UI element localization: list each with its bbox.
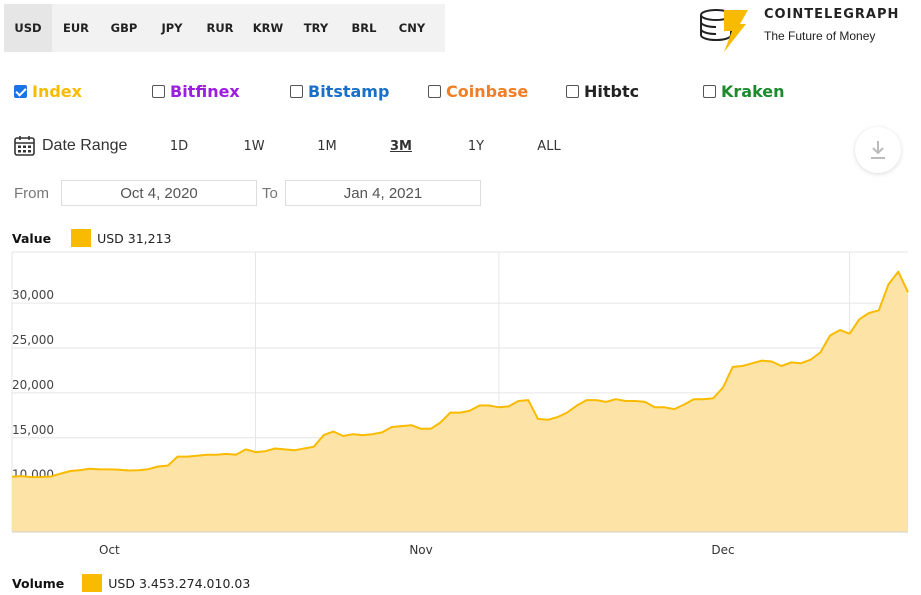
date-range-label: Date Range	[14, 136, 127, 156]
currency-jpy-button[interactable]: JPY	[148, 4, 196, 52]
cointelegraph-logo[interactable]: COINTELEGRAPH The Future of Money	[694, 4, 921, 54]
currency-gbp-button[interactable]: GBP	[100, 4, 148, 52]
exchange-label: Bitfinex	[170, 82, 240, 101]
value-legend-label: Value	[12, 230, 52, 246]
volume-legend-swatch	[82, 574, 103, 592]
to-label: To	[262, 185, 278, 202]
from-date-input[interactable]	[61, 180, 257, 206]
range-3m-button[interactable]: 3M	[390, 139, 412, 154]
exchange-filters: Index Bitfinex Bitstamp Coinbase Hitbtc Krake…	[14, 82, 914, 108]
range-all-button[interactable]: ALL	[537, 139, 560, 154]
checkbox-box[interactable]	[14, 85, 27, 98]
logo-tagline: The Future of Money	[764, 29, 876, 43]
exchange-bitfinex-checkbox[interactable]: Bitfinex	[152, 82, 240, 101]
range-1d-button[interactable]: 1D	[170, 139, 188, 154]
exchange-index-checkbox[interactable]: Index	[14, 82, 82, 101]
exchange-label: Index	[32, 82, 82, 101]
currency-brl-button[interactable]: BRL	[340, 4, 388, 52]
calendar-icon	[14, 136, 35, 156]
exchange-kraken-checkbox[interactable]: Kraken	[703, 82, 785, 101]
currency-rur-button[interactable]: RUR	[196, 4, 244, 52]
x-tick-label: Oct	[99, 543, 120, 557]
checkbox-box[interactable]	[566, 85, 579, 98]
currency-krw-button[interactable]: KRW	[244, 4, 292, 52]
date-range-row: Date Range 1D 1W 1M 3M 1Y ALL	[14, 134, 914, 160]
exchange-label: Bitstamp	[308, 82, 390, 101]
logo-icon	[700, 9, 748, 52]
x-tick-label: Nov	[409, 543, 432, 557]
value-legend-text: USD 31,213	[97, 230, 172, 246]
y-tick-label: 25,000	[12, 333, 54, 347]
date-inputs-row: From To	[14, 180, 914, 208]
download-button[interactable]	[855, 127, 901, 173]
to-date-input[interactable]	[285, 180, 481, 206]
currency-try-button[interactable]: TRY	[292, 4, 340, 52]
price-chart[interactable]: 5,00010,00015,00020,00025,00030,000OctNo…	[0, 245, 921, 575]
exchange-label: Coinbase	[446, 82, 529, 101]
checkbox-box[interactable]	[152, 85, 165, 98]
y-tick-label: 30,000	[12, 288, 54, 302]
checkbox-box[interactable]	[428, 85, 441, 98]
y-tick-label: 20,000	[12, 378, 54, 392]
range-1y-button[interactable]: 1Y	[468, 139, 484, 154]
currency-selector: USD EUR GBP JPY RUR KRW TRY BRL CNY	[4, 4, 445, 52]
volume-legend-label: Volume	[12, 575, 65, 591]
currency-cny-button[interactable]: CNY	[388, 4, 436, 52]
exchange-coinbase-checkbox[interactable]: Coinbase	[428, 82, 528, 101]
exchange-label: Kraken	[721, 82, 785, 101]
currency-usd-button[interactable]: USD	[4, 4, 52, 52]
from-label: From	[14, 185, 49, 202]
volume-legend-text: USD 3.453.274.010.03	[108, 575, 251, 591]
download-icon	[871, 141, 885, 159]
checkbox-box[interactable]	[290, 85, 303, 98]
currency-eur-button[interactable]: EUR	[52, 4, 100, 52]
y-tick-label: 15,000	[12, 423, 54, 437]
exchange-label: Hitbtc	[584, 82, 640, 101]
range-1w-button[interactable]: 1W	[243, 139, 264, 154]
area-fill	[12, 271, 908, 532]
volume-legend: Volume USD 3.453.274.010.03	[12, 573, 250, 593]
logo-brand: COINTELEGRAPH	[764, 7, 900, 22]
exchange-bitstamp-checkbox[interactable]: Bitstamp	[290, 82, 389, 101]
exchange-hitbtc-checkbox[interactable]: Hitbtc	[566, 82, 639, 101]
x-tick-label: Dec	[711, 543, 734, 557]
range-1m-button[interactable]: 1M	[317, 139, 337, 154]
date-range-text: Date Range	[42, 137, 128, 154]
checkbox-box[interactable]	[703, 85, 716, 98]
